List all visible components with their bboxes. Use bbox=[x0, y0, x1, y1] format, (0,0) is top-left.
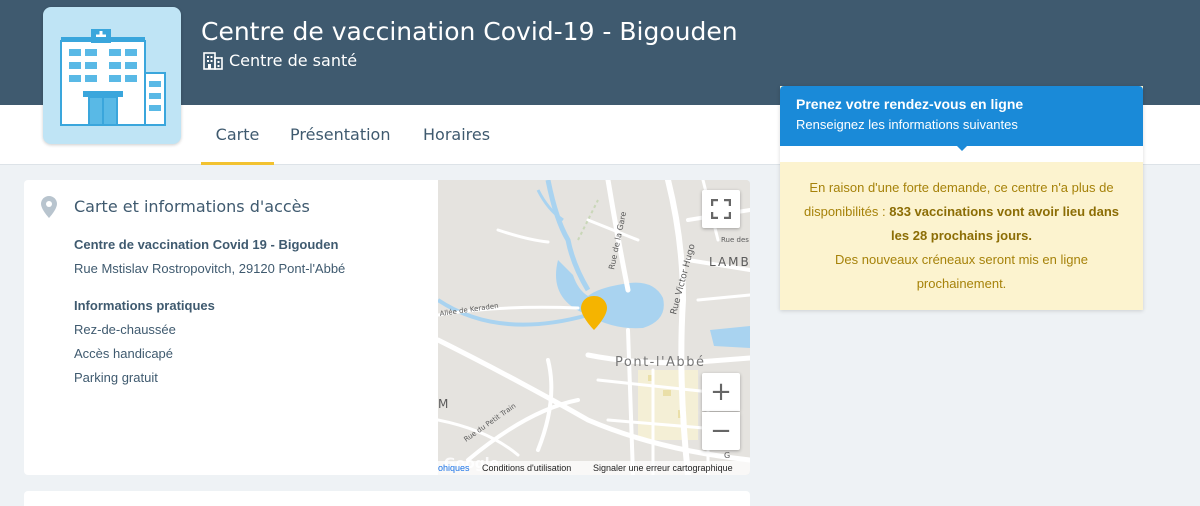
access-info-card: Carte et informations d'accès Centre de … bbox=[24, 180, 439, 475]
practical-item: Accès handicapé bbox=[74, 346, 174, 361]
map-label-m: M bbox=[438, 397, 448, 411]
map-label-g: G bbox=[724, 451, 730, 460]
notice-followup: Des nouveaux créneaux seront mis en lign… bbox=[835, 252, 1088, 291]
map-footer-keyboard-link[interactable]: ohiques bbox=[438, 463, 470, 473]
tab-carte[interactable]: Carte bbox=[201, 105, 274, 165]
zoom-out-button[interactable]: − bbox=[702, 412, 740, 450]
practical-info-heading: Informations pratiques bbox=[74, 298, 215, 313]
fullscreen-button[interactable] bbox=[702, 190, 740, 228]
map-report-link[interactable]: Signaler une erreur cartographique bbox=[593, 463, 733, 473]
center-type: Centre de santé bbox=[203, 51, 357, 70]
map-label-rue-des-c: Rue des C bbox=[721, 236, 750, 244]
practical-item: Rez-de-chaussée bbox=[74, 322, 176, 337]
tab-horaires[interactable]: Horaires bbox=[423, 105, 490, 165]
booking-header-arrow bbox=[955, 144, 969, 151]
hospital-building-icon bbox=[60, 29, 166, 126]
booking-subtitle: Renseignez les informations suivantes bbox=[796, 117, 1018, 132]
center-type-label: Centre de santé bbox=[229, 51, 358, 70]
booking-panel: Prenez votre rendez-vous en ligne Rensei… bbox=[780, 86, 1143, 310]
center-logo bbox=[43, 7, 181, 144]
map-pin-icon bbox=[41, 196, 57, 218]
booking-title: Prenez votre rendez-vous en ligne bbox=[796, 96, 1024, 112]
map-label-lamb: LAMB bbox=[709, 255, 750, 269]
map-terms-link[interactable]: Conditions d'utilisation bbox=[482, 463, 571, 473]
access-card-title: Carte et informations d'accès bbox=[74, 197, 310, 216]
availability-notice: En raison d'une forte demande, ce centre… bbox=[780, 162, 1143, 310]
notice-count-text: 833 vaccinations vont avoir lieu dans le… bbox=[889, 204, 1120, 243]
tab-presentation[interactable]: Présentation bbox=[290, 105, 390, 165]
zoom-out-icon: − bbox=[710, 416, 732, 446]
zoom-in-icon: + bbox=[710, 377, 732, 407]
lower-card bbox=[24, 491, 750, 506]
fullscreen-icon bbox=[711, 199, 731, 219]
place-address: Rue Mstislav Rostropovitch, 29120 Pont-l… bbox=[74, 261, 346, 276]
center-name: Centre de vaccination Covid-19 - Bigoude… bbox=[201, 17, 738, 46]
map-footer: ohiques Conditions d'utilisation Signale… bbox=[438, 461, 750, 475]
location-map[interactable]: Rue de la Gare Rue Victor Hugo Allée de … bbox=[438, 180, 750, 475]
practical-item: Parking gratuit bbox=[74, 370, 158, 385]
zoom-in-button[interactable]: + bbox=[702, 373, 740, 411]
place-name: Centre de vaccination Covid 19 - Bigoude… bbox=[74, 237, 339, 252]
building-icon bbox=[203, 51, 223, 70]
booking-header: Prenez votre rendez-vous en ligne Rensei… bbox=[780, 86, 1143, 146]
map-label-town: Pont-l'Abbé bbox=[615, 355, 705, 370]
